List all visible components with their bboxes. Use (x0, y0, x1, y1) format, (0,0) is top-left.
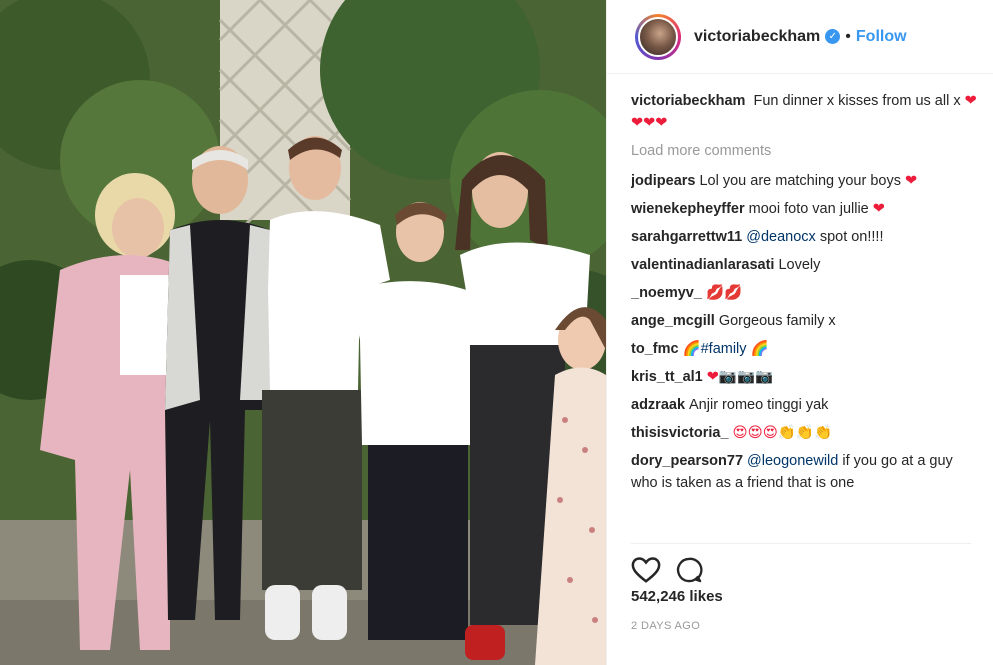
caption-text: Fun dinner x kisses from us all x (753, 93, 961, 109)
comment-item: jodipears Lol you are matching your boys … (631, 170, 983, 192)
caption-username[interactable]: victoriabeckham (631, 93, 745, 109)
comment-username[interactable]: dory_pearson77 (631, 453, 743, 469)
comment-text: Lovely (778, 257, 821, 273)
comment-username[interactable]: wienekepheyffer (631, 201, 745, 217)
comment-mention[interactable]: @leogonewild (747, 453, 838, 469)
comment-username[interactable]: valentinadianlarasati (631, 257, 774, 273)
comment-text: Gorgeous family x (718, 313, 836, 329)
comment-text: mooi foto van jullie (748, 201, 869, 217)
comment-item: thisisvictoria_ 😍😍😍👏👏👏 (631, 422, 983, 444)
comment-username[interactable]: thisisvictoria_ (631, 425, 729, 441)
comment-username[interactable]: sarahgarrettw11 (631, 229, 742, 245)
comments-container: jodipears Lol you are matching your boys … (631, 170, 983, 494)
comment-item: wienekepheyffer mooi foto van jullie ❤ (631, 198, 983, 220)
comment-emoji: 😍😍😍👏👏👏 (732, 425, 833, 441)
follow-button[interactable]: Follow (856, 28, 907, 46)
comment-emoji: ❤📷📷📷 (706, 369, 774, 385)
comment-username[interactable]: ange_mcgill (631, 313, 715, 329)
comment-bubble-icon[interactable] (675, 556, 703, 584)
comment-emoji: 🌈 (750, 341, 769, 357)
comment-text: Lol you are matching your boys (699, 173, 901, 189)
comment-item: ange_mcgill Gorgeous family x (631, 310, 983, 332)
comment-mention[interactable]: 🌈#family (683, 341, 747, 357)
post-sidebar: victoriabeckham ✓ • Follow victoriabeckh… (606, 0, 993, 665)
post-header: victoriabeckham ✓ • Follow (607, 0, 993, 74)
verified-badge-icon: ✓ (825, 29, 841, 44)
comments-list: victoriabeckham Fun dinner x kisses from… (631, 90, 983, 532)
caption: victoriabeckham Fun dinner x kisses from… (631, 90, 983, 134)
avatar-image (638, 16, 678, 57)
load-more-comments-button[interactable]: Load more comments (631, 140, 983, 162)
comment-username[interactable]: adzraak (631, 397, 685, 413)
comment-item: sarahgarrettw11 @deanocx spot on!!!! (631, 226, 983, 248)
comment-mention[interactable]: @deanocx (746, 229, 816, 245)
comment-item: kris_tt_al1 ❤📷📷📷 (631, 366, 983, 388)
comment-username[interactable]: to_fmc (631, 341, 679, 357)
instagram-post: victoriabeckham ✓ • Follow victoriabeckh… (0, 0, 993, 665)
comment-item: to_fmc 🌈#family 🌈 (631, 338, 983, 360)
comment-text: Anjir romeo tinggi yak (689, 397, 829, 413)
family-photo-illustration (0, 0, 606, 665)
comment-emoji: ❤ (905, 173, 918, 189)
header-separator: • (845, 27, 851, 45)
post-photo[interactable] (0, 0, 606, 665)
comment-item: _noemyv_ 💋💋 (631, 282, 983, 304)
avatar[interactable] (635, 13, 681, 60)
comment-username[interactable]: kris_tt_al1 (631, 369, 703, 385)
comment-item: valentinadianlarasati Lovely (631, 254, 983, 276)
header-username[interactable]: victoriabeckham (694, 28, 820, 46)
comment-emoji: ❤ (872, 201, 885, 217)
comment-text: spot on!!!! (819, 229, 884, 245)
heart-outline-icon[interactable] (631, 556, 661, 584)
action-bar (631, 543, 971, 588)
comment-item: dory_pearson77 @leogonewild if you go at … (631, 450, 983, 494)
post-timestamp[interactable]: 2 DAYS AGO (631, 620, 700, 632)
likes-count[interactable]: 542,246 likes (631, 588, 723, 605)
comment-emoji: 💋💋 (705, 285, 743, 301)
comment-username[interactable]: jodipears (631, 173, 695, 189)
comment-username[interactable]: _noemyv_ (631, 285, 702, 301)
comment-item: adzraak Anjir romeo tinggi yak (631, 394, 983, 416)
